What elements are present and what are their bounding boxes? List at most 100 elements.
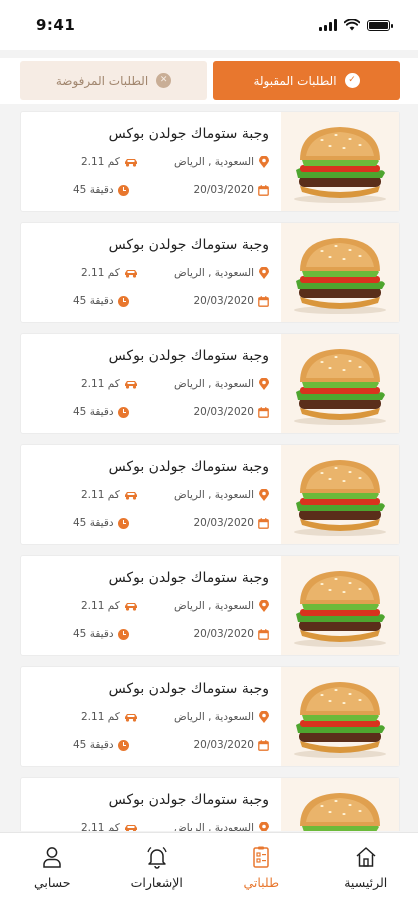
order-duration: 45 دقيقة bbox=[73, 628, 129, 640]
location-text: السعودية , الرياض bbox=[174, 600, 254, 612]
order-location: السعودية , الرياض bbox=[174, 156, 269, 168]
order-distance: 2.11 كم bbox=[81, 156, 138, 168]
date-text: 20/03/2020 bbox=[193, 406, 254, 418]
clock-icon bbox=[117, 628, 129, 640]
home-icon bbox=[356, 847, 376, 867]
location-text: السعودية , الرياض bbox=[174, 711, 254, 723]
car-icon bbox=[124, 490, 138, 501]
location-pin-icon bbox=[258, 378, 269, 390]
order-location: السعودية , الرياض bbox=[174, 489, 269, 501]
burger-image bbox=[281, 112, 399, 211]
burger-image bbox=[281, 223, 399, 322]
duration-text: 45 دقيقة bbox=[73, 406, 114, 418]
clock-icon bbox=[117, 295, 129, 307]
location-text: السعودية , الرياض bbox=[174, 378, 254, 390]
distance-text: 2.11 كم bbox=[81, 489, 120, 501]
order-date: 20/03/2020 bbox=[193, 295, 269, 307]
order-distance: 2.11 كم bbox=[81, 489, 138, 501]
order-card[interactable]: وجبة ستوماك جولدن بوكس السعودية , الرياض… bbox=[20, 222, 400, 323]
order-location: السعودية , الرياض bbox=[174, 267, 269, 279]
order-date: 20/03/2020 bbox=[193, 628, 269, 640]
distance-text: 2.11 كم bbox=[81, 156, 120, 168]
order-card[interactable]: وجبة ستوماك جولدن بوكس السعودية , الرياض… bbox=[20, 111, 400, 212]
order-location: السعودية , الرياض bbox=[174, 378, 269, 390]
date-text: 20/03/2020 bbox=[193, 517, 254, 529]
location-pin-icon bbox=[258, 711, 269, 723]
location-text: السعودية , الرياض bbox=[174, 156, 254, 168]
tab-accepted-label: الطلبات المقبولة bbox=[253, 73, 337, 88]
duration-text: 45 دقيقة bbox=[73, 295, 114, 307]
order-date: 20/03/2020 bbox=[193, 184, 269, 196]
location-text: السعودية , الرياض bbox=[174, 822, 254, 831]
clipboard-icon bbox=[253, 846, 269, 868]
order-distance: 2.11 كم bbox=[81, 711, 138, 723]
order-title: وجبة ستوماك جولدن بوكس bbox=[108, 126, 269, 142]
order-card[interactable]: وجبة ستوماك جولدن بوكس السعودية , الرياض… bbox=[20, 666, 400, 767]
calendar-icon bbox=[258, 295, 269, 307]
calendar-icon bbox=[258, 184, 269, 196]
nav-notifications[interactable]: الإشعارات bbox=[105, 833, 210, 900]
distance-text: 2.11 كم bbox=[81, 600, 120, 612]
battery-icon bbox=[367, 19, 393, 31]
car-icon bbox=[124, 379, 138, 390]
date-text: 20/03/2020 bbox=[193, 739, 254, 751]
tab-rejected-orders[interactable]: الطلبات المرفوضة ✕ bbox=[20, 61, 207, 100]
order-duration: 45 دقيقة bbox=[73, 517, 129, 529]
distance-text: 2.11 كم bbox=[81, 711, 120, 723]
distance-text: 2.11 كم bbox=[81, 267, 120, 279]
clock-icon bbox=[117, 517, 129, 529]
car-icon bbox=[124, 712, 138, 723]
calendar-icon bbox=[258, 517, 269, 529]
car-icon bbox=[124, 157, 138, 168]
location-text: السعودية , الرياض bbox=[174, 267, 254, 279]
order-title: وجبة ستوماك جولدن بوكس bbox=[108, 459, 269, 475]
user-icon bbox=[43, 847, 61, 868]
location-pin-icon bbox=[258, 489, 269, 501]
wifi-icon bbox=[344, 19, 360, 31]
order-card[interactable]: وجبة ستوماك جولدن بوكس السعودية , الرياض… bbox=[20, 444, 400, 545]
duration-text: 45 دقيقة bbox=[73, 628, 114, 640]
duration-text: 45 دقيقة bbox=[73, 184, 114, 196]
burger-image bbox=[281, 445, 399, 544]
order-location: السعودية , الرياض bbox=[174, 822, 269, 831]
date-text: 20/03/2020 bbox=[193, 628, 254, 640]
nav-home[interactable]: الرئيسية bbox=[314, 833, 418, 900]
bell-icon bbox=[147, 846, 167, 869]
cellular-signal-icon bbox=[319, 19, 337, 31]
nav-account[interactable]: حسابي bbox=[0, 833, 105, 900]
car-icon bbox=[124, 823, 138, 831]
location-pin-icon bbox=[258, 267, 269, 279]
order-location: السعودية , الرياض bbox=[174, 711, 269, 723]
distance-text: 2.11 كم bbox=[81, 822, 120, 831]
duration-text: 45 دقيقة bbox=[73, 517, 114, 529]
location-pin-icon bbox=[258, 156, 269, 168]
order-distance: 2.11 كم bbox=[81, 378, 138, 390]
order-date: 20/03/2020 bbox=[193, 517, 269, 529]
calendar-icon bbox=[258, 739, 269, 751]
distance-text: 2.11 كم bbox=[81, 378, 120, 390]
duration-text: 45 دقيقة bbox=[73, 739, 114, 751]
order-card[interactable]: وجبة ستوماك جولدن بوكس السعودية , الرياض… bbox=[20, 777, 400, 831]
status-time: 9:41 bbox=[36, 16, 76, 34]
nav-account-label: حسابي bbox=[33, 875, 71, 890]
order-title: وجبة ستوماك جولدن بوكس bbox=[108, 348, 269, 364]
order-duration: 45 دقيقة bbox=[73, 739, 129, 751]
clock-icon bbox=[117, 406, 129, 418]
order-location: السعودية , الرياض bbox=[174, 600, 269, 612]
car-icon bbox=[124, 268, 138, 279]
order-distance: 2.11 كم bbox=[81, 267, 138, 279]
order-card[interactable]: وجبة ستوماك جولدن بوكس السعودية , الرياض… bbox=[20, 555, 400, 656]
clock-icon bbox=[117, 184, 129, 196]
location-pin-icon bbox=[258, 822, 269, 831]
order-title: وجبة ستوماك جولدن بوكس bbox=[108, 792, 269, 808]
order-title: وجبة ستوماك جولدن بوكس bbox=[108, 570, 269, 586]
nav-my-orders[interactable]: طلباتي bbox=[209, 833, 314, 900]
order-duration: 45 دقيقة bbox=[73, 406, 129, 418]
bottom-navigation: حسابي الإشعارات طلباتي الرئيسية bbox=[0, 832, 418, 900]
order-duration: 45 دقيقة bbox=[73, 184, 129, 196]
tab-accepted-orders[interactable]: الطلبات المقبولة ✓ bbox=[213, 61, 400, 100]
order-card[interactable]: وجبة ستوماك جولدن بوكس السعودية , الرياض… bbox=[20, 333, 400, 434]
orders-list: وجبة ستوماك جولدن بوكس السعودية , الرياض… bbox=[20, 111, 400, 831]
order-duration: 45 دقيقة bbox=[73, 295, 129, 307]
x-circle-icon: ✕ bbox=[156, 73, 172, 88]
